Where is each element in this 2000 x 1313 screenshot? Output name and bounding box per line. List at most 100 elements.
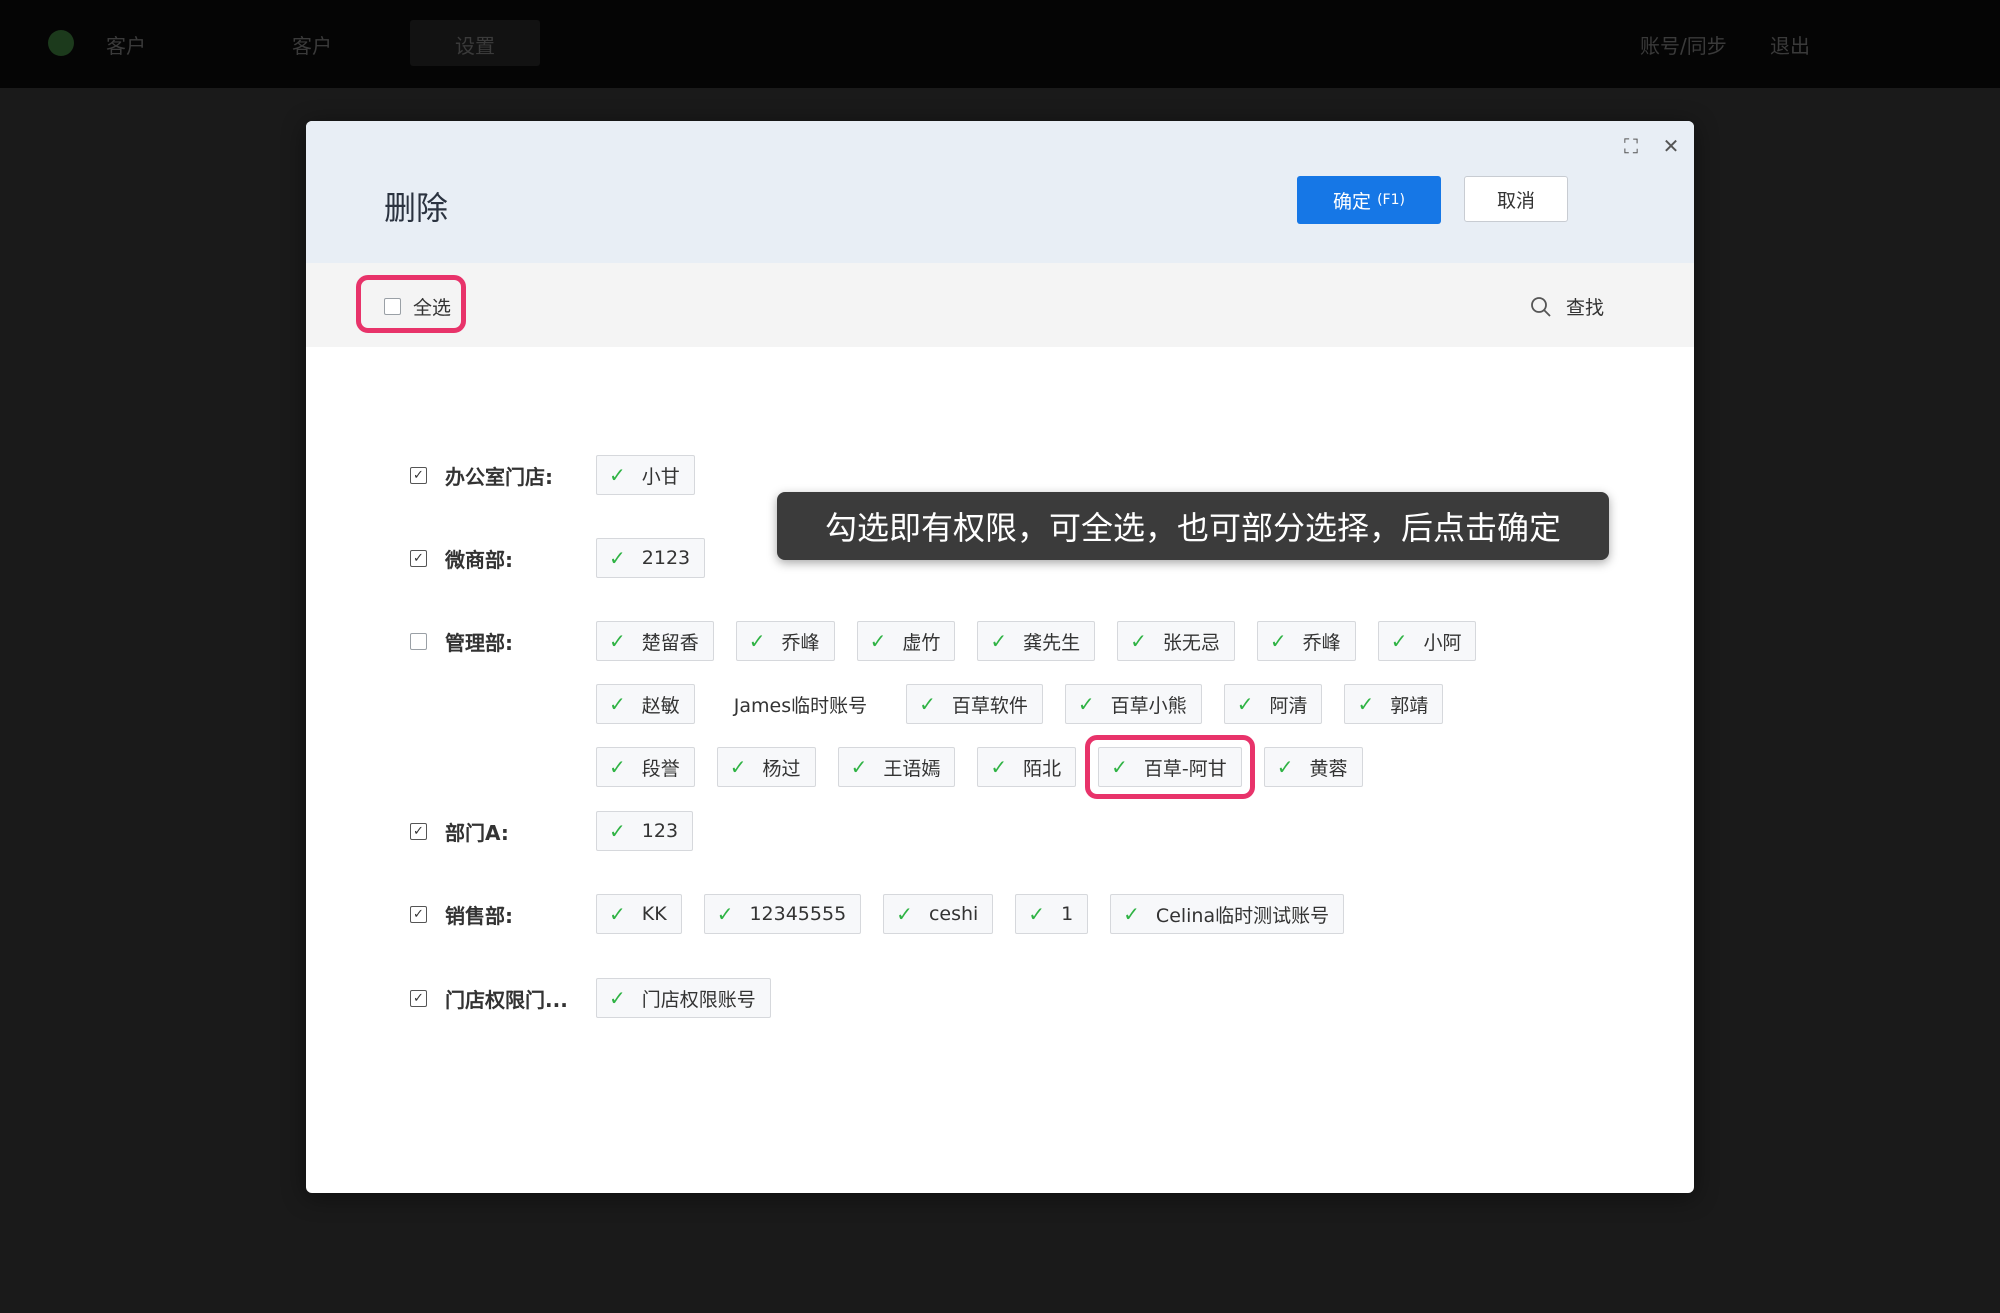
member-chips: ✓ 楚留香 ✓ 乔峰 ✓ 虚竹 ✓ 龚先生 ✓ 张无忌 ✓ 乔峰 ✓ 小阿 ✓ 赵敏 James临时账号 ✓ 百草软… — [596, 621, 1556, 799]
member-chip[interactable]: ✓ 百草小熊 — [1064, 684, 1202, 724]
member-chip[interactable]: ✓ 乔峰 — [1256, 621, 1356, 661]
check-icon: ✓ — [609, 629, 626, 653]
member-chip[interactable]: ✓ 楚留香 — [596, 621, 714, 661]
group-check-box[interactable] — [410, 549, 427, 567]
group-checkbox[interactable]: 销售部: — [410, 894, 596, 934]
nav-item-settings[interactable]: 设置 — [455, 30, 495, 59]
check-icon: ✓ — [609, 546, 626, 570]
check-icon: ✓ — [609, 986, 626, 1010]
member-chip[interactable]: ✓ 王语嫣 — [837, 747, 956, 787]
member-chips: ✓ 门店权限账号 — [596, 978, 1556, 1018]
instruction-tooltip: 勾选即有权限，可全选，也可部分选择，后点击确定 — [777, 492, 1609, 560]
check-icon: ✓ — [1123, 902, 1140, 926]
member-name: 张无忌 — [1162, 631, 1220, 654]
confirm-button-label: 确定 — [1333, 190, 1372, 213]
check-icon: ✓ — [1390, 629, 1408, 653]
member-chip[interactable]: ✓ 门店权限账号 — [596, 978, 771, 1018]
group-checkbox[interactable]: 管理部: — [410, 621, 596, 661]
member-chip[interactable]: ✓ 123 — [596, 811, 694, 851]
group-label: 销售部: — [445, 903, 513, 928]
member-name: 百草小熊 — [1110, 694, 1187, 717]
member-name: 乔峰 — [781, 631, 820, 654]
nav-item-account[interactable]: 账号/同步 — [1640, 30, 1727, 59]
member-chip[interactable]: ✓ 阿清 — [1223, 684, 1323, 724]
member-name: 门店权限账号 — [641, 988, 756, 1011]
check-icon: ✓ — [869, 629, 887, 653]
check-icon: ✓ — [748, 629, 766, 653]
member-chip[interactable]: ✓ 2123 — [596, 538, 706, 578]
group-checkbox[interactable]: 微商部: — [410, 538, 596, 578]
group-label: 部门A: — [445, 820, 509, 845]
member-name: 段誉 — [641, 757, 680, 780]
group-check-box[interactable] — [410, 632, 427, 650]
select-all-box[interactable] — [384, 298, 401, 315]
member-chip[interactable]: ✓ ceshi — [883, 894, 994, 934]
member-chip[interactable]: ✓ 龚先生 — [977, 621, 1096, 661]
cancel-button[interactable]: 取消 — [1464, 176, 1568, 222]
check-icon: ✓ — [1028, 902, 1046, 926]
member-chip[interactable]: ✓ 百草软件 — [906, 684, 1043, 724]
member-chip[interactable]: ✓ 杨过 — [716, 747, 816, 787]
member-chip[interactable]: ✓ 张无忌 — [1117, 621, 1235, 661]
member-chip[interactable]: ✓ 1 — [1015, 894, 1089, 934]
check-icon: ✓ — [716, 902, 734, 926]
member-name: ceshi — [928, 903, 979, 925]
group-row: 销售部:✓KK✓12345555✓ceshi✓1✓Celina临时测试账号 — [410, 894, 1556, 934]
select-all-checkbox[interactable]: 全选 — [384, 293, 451, 320]
dialog-title: 删除 — [384, 189, 449, 227]
group-checkbox[interactable]: 部门A: — [410, 811, 596, 851]
member-chip[interactable]: ✓ 段誉 — [596, 747, 695, 787]
check-icon: ✓ — [1130, 629, 1147, 653]
check-icon: ✓ — [990, 755, 1008, 779]
member-name: 百草-阿甘 — [1143, 757, 1227, 780]
select-all-label: 全选 — [413, 297, 452, 319]
nav-item-customer-2[interactable]: 客户 — [292, 30, 332, 59]
member-name: 乔峰 — [1302, 631, 1341, 654]
group-row: 管理部: ✓ 楚留香 ✓ 乔峰 ✓ 虚竹 ✓ 龚先生 ✓ 张无忌 ✓ 乔峰 ✓ 小阿 ✓ 赵敏 James临时账号… — [410, 621, 1556, 799]
member-chip[interactable]: ✓ Celina临时测试账号 — [1110, 894, 1345, 934]
member-name: 王语嫣 — [883, 757, 941, 780]
confirm-hotkey: (F1) — [1377, 192, 1405, 208]
check-icon: ✓ — [729, 755, 747, 779]
confirm-button[interactable]: 确定 (F1) — [1297, 176, 1441, 224]
maximize-icon[interactable]: ⛶ — [1618, 133, 1644, 159]
check-icon: ✓ — [850, 755, 868, 779]
group-checkbox[interactable]: 办公室门店: — [410, 455, 596, 495]
group-check-box[interactable] — [410, 822, 427, 840]
member-name: 123 — [641, 820, 679, 842]
search-button[interactable]: 查找 — [1530, 293, 1604, 320]
group-label: 管理部: — [445, 630, 513, 655]
close-icon[interactable]: ✕ — [1658, 133, 1684, 159]
member-chip[interactable]: ✓ 小甘 — [596, 455, 695, 495]
group-checkbox[interactable]: 门店权限门... — [410, 978, 596, 1018]
member-chip[interactable]: ✓ KK — [596, 894, 682, 934]
app-topbar: 客户 客户 设置 账号/同步 退出 — [0, 0, 2000, 88]
check-icon: ✓ — [609, 755, 626, 779]
nav-item-logout[interactable]: 退出 — [1770, 30, 1810, 59]
check-icon: ✓ — [609, 692, 626, 716]
member-chip[interactable]: ✓ 小阿 — [1377, 621, 1477, 661]
group-row: 办公室门店: ✓ 小甘 — [410, 455, 1556, 495]
member-chip[interactable]: ✓ 乔峰 — [735, 621, 835, 661]
member-chip[interactable]: ✓ 虚竹 — [856, 621, 956, 661]
member-chip[interactable]: ✓ 黄蓉 — [1263, 747, 1363, 787]
member-chip[interactable]: ✓ 郭靖 — [1344, 684, 1444, 724]
member-name: 楚留香 — [641, 631, 699, 654]
member-chip[interactable]: ✓ 百草-阿甘 — [1085, 735, 1255, 799]
nav-item-customer[interactable]: 客户 — [106, 30, 146, 59]
member-chip[interactable]: ✓ 12345555 — [703, 894, 862, 934]
member-chip[interactable]: ✓ 陌北 — [977, 747, 1077, 787]
member-name: 阿清 — [1269, 694, 1308, 717]
member-chip[interactable]: James临时账号 — [717, 684, 884, 724]
group-check-box[interactable] — [410, 989, 427, 1007]
check-icon: ✓ — [1276, 755, 1294, 779]
group-row: 部门A: ✓ 123 — [410, 811, 1556, 851]
member-name: 杨过 — [762, 757, 801, 780]
member-chip[interactable]: ✓ 赵敏 — [596, 684, 695, 724]
dialog-toolbar: 全选 查找 — [306, 263, 1694, 347]
group-check-box[interactable] — [410, 466, 427, 484]
member-name: 龚先生 — [1023, 631, 1081, 654]
check-icon: ✓ — [1236, 692, 1254, 716]
member-name: 1 — [1061, 903, 1074, 925]
group-check-box[interactable] — [410, 905, 427, 923]
